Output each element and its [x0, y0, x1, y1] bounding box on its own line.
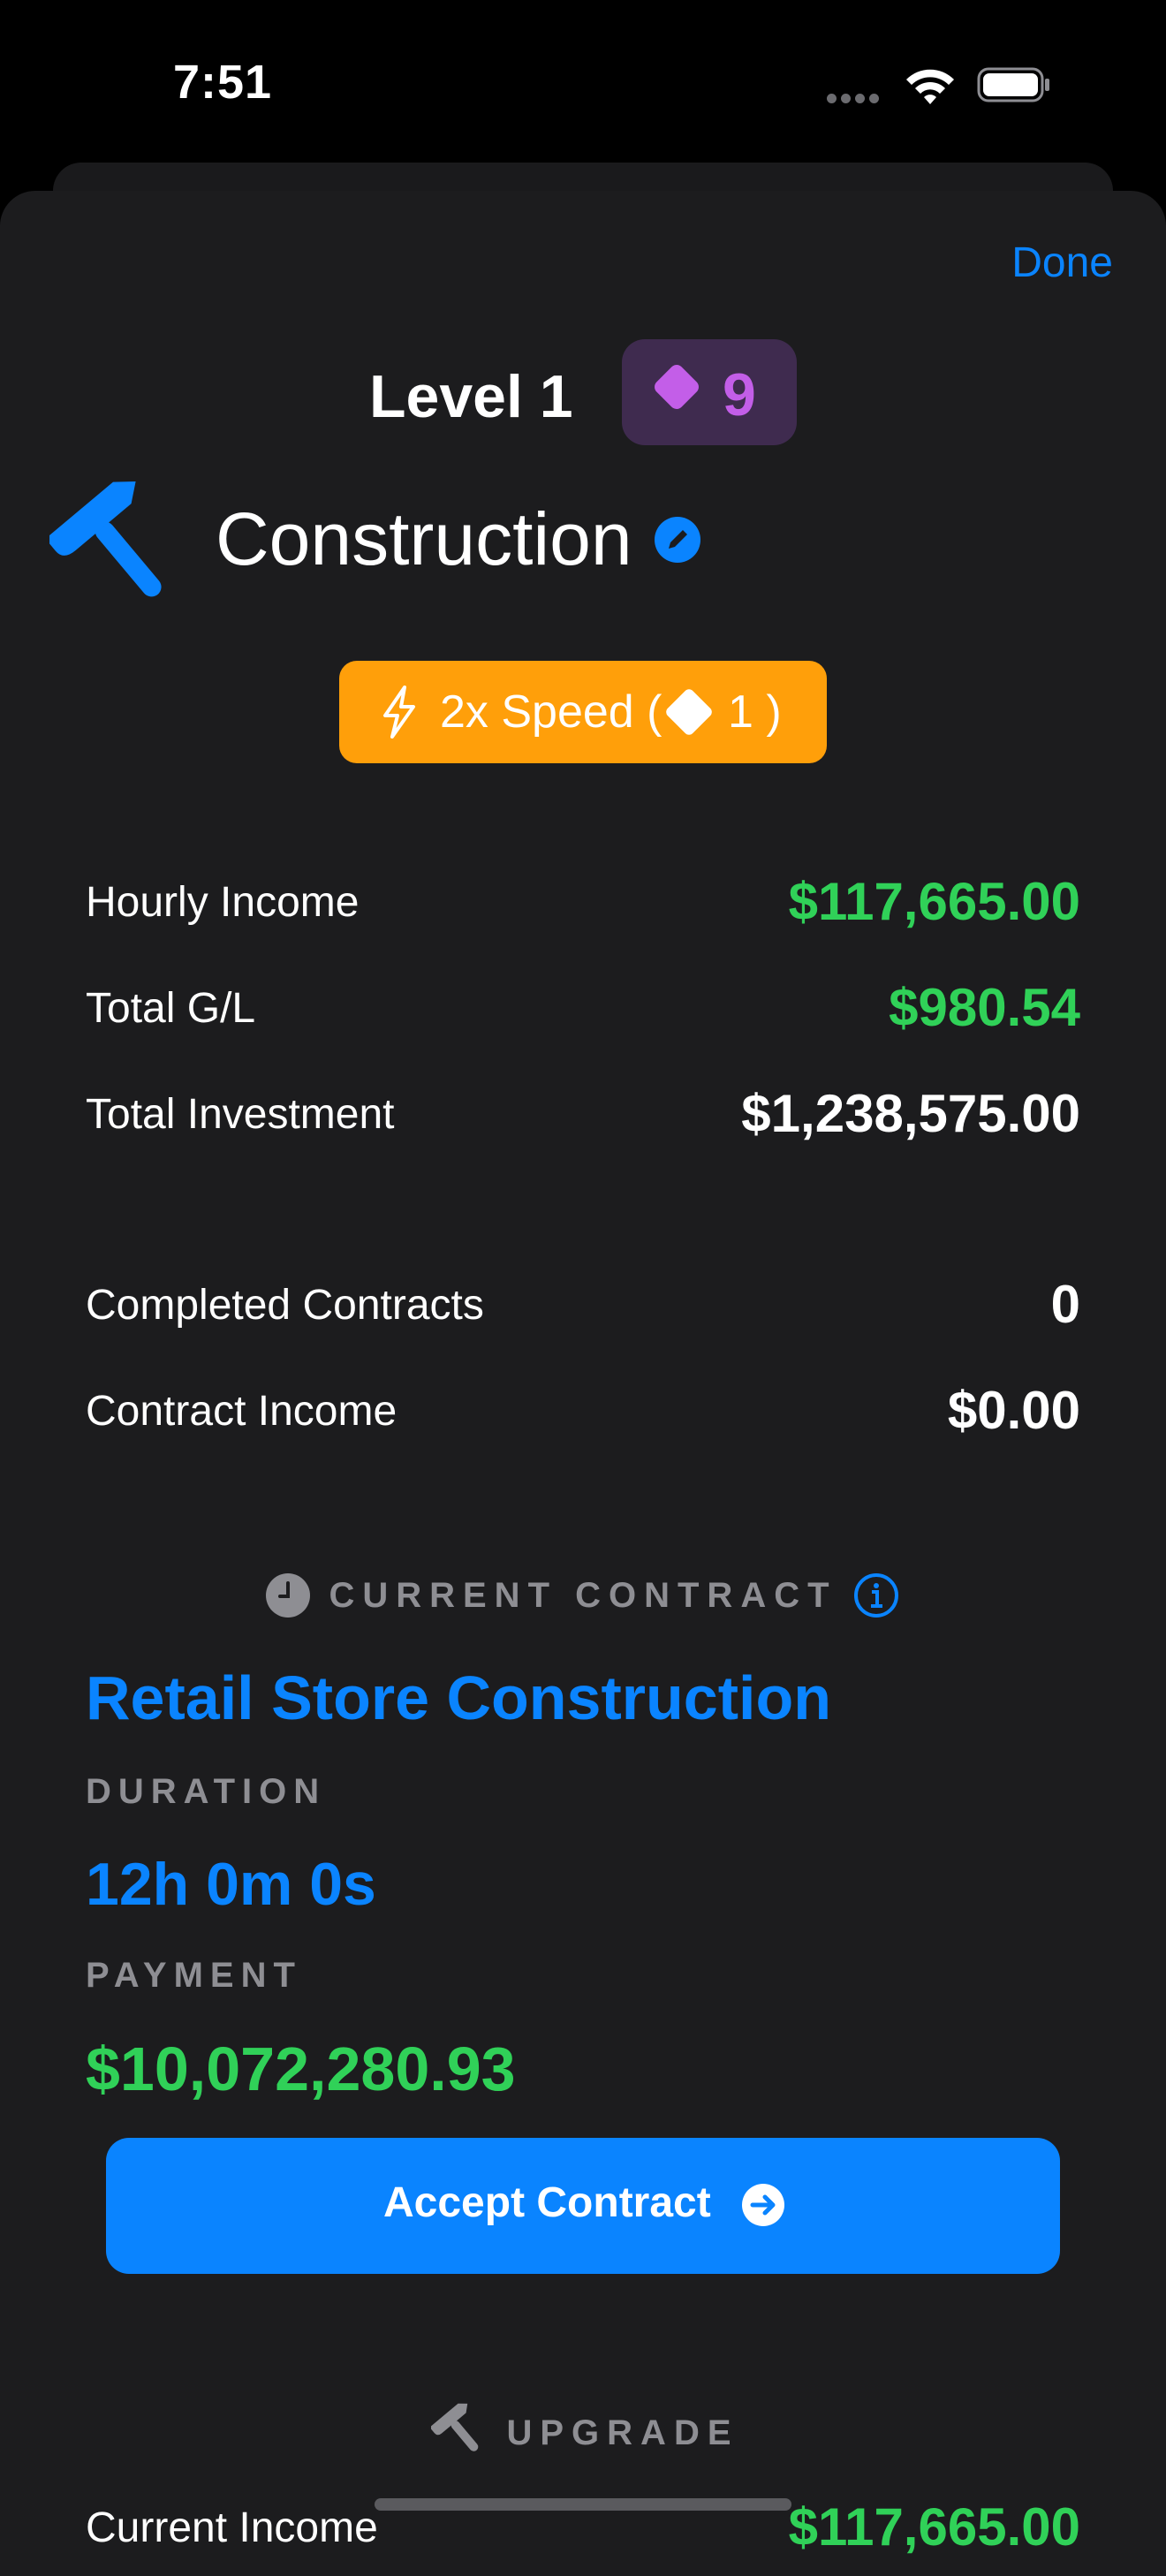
stat-value: $117,665.00 [788, 2497, 1080, 2557]
stat-hourly-income: Hourly Income $117,665.00 [86, 866, 1080, 936]
status-time: 7:51 [173, 56, 273, 109]
stat-value: $980.54 [889, 978, 1080, 1037]
upgrade-header: UPGRADE [506, 2413, 739, 2452]
stat-value: 0 [1050, 1275, 1080, 1334]
stat-value: $0.00 [947, 1381, 1080, 1440]
duration-value: 12h 0m 0s [86, 1851, 376, 1918]
stat-label: Current Income [86, 2504, 378, 2551]
cellular-signal-icon [827, 92, 883, 108]
stat-label: Contract Income [86, 1388, 398, 1435]
stat-label: Hourly Income [86, 879, 360, 926]
stat-value: $117,665.00 [788, 872, 1080, 931]
current-contract-header: CURRENT CONTRACT [329, 1576, 837, 1615]
hammer-icon [49, 481, 162, 597]
stat-total-investment: Total Investment $1,238,575.00 [86, 1078, 1080, 1148]
stat-total-gl: Total G/L $980.54 [86, 972, 1080, 1042]
arrow-right-circle-icon [742, 2184, 784, 2226]
gem-icon [663, 686, 715, 738]
speed-boost-button[interactable]: 2x Speed ( 1 ) [339, 661, 827, 763]
info-icon[interactable] [853, 1572, 899, 1618]
gem-icon [651, 361, 702, 413]
contract-name: Retail Store Construction [86, 1663, 831, 1732]
stat-completed-contracts: Completed Contracts 0 [86, 1269, 1080, 1339]
wifi-icon [906, 69, 954, 104]
stat-contract-income: Contract Income $0.00 [86, 1375, 1080, 1445]
level-label: Level 1 [369, 363, 573, 430]
done-button[interactable]: Done [1011, 239, 1113, 287]
bolt-icon [383, 686, 415, 739]
duration-label: DURATION [86, 1772, 327, 1811]
business-title-row: Construction [0, 468, 1166, 610]
payment-label: PAYMENT [86, 1956, 302, 1995]
speed-boost-cost: 1 ) [728, 686, 782, 738]
speed-boost-label: 2x Speed ( [440, 686, 662, 738]
stat-label: Completed Contracts [86, 1282, 484, 1329]
gem-count: 9 [723, 361, 756, 428]
stat-value: $1,238,575.00 [741, 1084, 1080, 1143]
battery-icon [977, 67, 1049, 102]
level-row: Level 1 9 [0, 339, 1166, 445]
gem-badge: 9 [622, 339, 797, 445]
accept-contract-button[interactable]: Accept Contract [106, 2138, 1060, 2274]
accept-contract-label: Accept Contract [383, 2179, 711, 2226]
stat-label: Total G/L [86, 985, 256, 1032]
edit-icon[interactable] [654, 516, 701, 564]
home-indicator[interactable] [375, 2498, 791, 2511]
payment-value: $10,072,280.93 [86, 2034, 516, 2103]
business-name: Construction [216, 497, 632, 580]
stat-label: Total Investment [86, 1091, 395, 1138]
